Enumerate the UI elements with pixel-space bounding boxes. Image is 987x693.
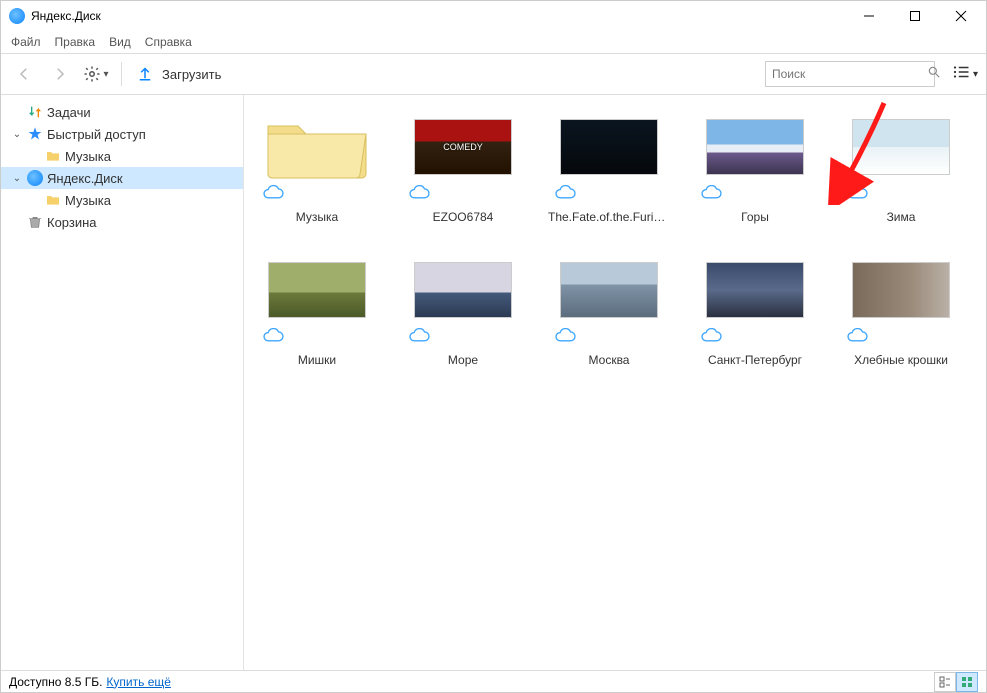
search-input[interactable] <box>772 67 927 81</box>
file-label: Москва <box>548 353 670 367</box>
tree-label: Быстрый доступ <box>47 127 146 142</box>
menu-item-file[interactable]: Файл <box>11 35 41 49</box>
search-box[interactable] <box>765 61 935 87</box>
view-icons-button[interactable] <box>956 672 978 692</box>
file-label: EZOO6784 <box>402 210 524 224</box>
cloud-sync-icon <box>840 326 962 349</box>
file-tile[interactable]: Зима <box>840 111 962 224</box>
caret-down-icon: ▾ <box>103 69 108 80</box>
file-tile[interactable]: Хлебные крошки <box>840 254 962 367</box>
file-thumbnail <box>853 120 949 174</box>
nav-forward-button[interactable] <box>45 59 75 89</box>
nav-back-button[interactable] <box>9 59 39 89</box>
app-window: Яндекс.Диск Файл Правка Вид Справка ▾ <box>0 0 987 693</box>
file-tile[interactable]: COMEDY EZOO6784 <box>402 111 524 224</box>
upload-button[interactable]: Загрузить <box>132 64 225 85</box>
cloud-sync-icon <box>256 183 378 206</box>
file-label: Хлебные крошки <box>840 353 962 367</box>
file-tile[interactable]: Горы <box>694 111 816 224</box>
cloud-sync-icon <box>402 183 524 206</box>
yadisk-icon <box>27 170 43 186</box>
cloud-sync-icon <box>548 326 670 349</box>
file-thumbnail <box>561 263 657 317</box>
cloud-sync-icon <box>840 183 962 206</box>
maximize-button[interactable] <box>892 1 938 31</box>
upload-label: Загрузить <box>162 67 221 82</box>
menu-item-view[interactable]: Вид <box>109 35 131 49</box>
cloud-sync-icon <box>256 326 378 349</box>
trash-icon <box>27 214 43 230</box>
free-space-label: Доступно 8.5 ГБ. <box>9 675 102 689</box>
cloud-sync-icon <box>694 183 816 206</box>
file-tile[interactable]: Санкт-Петербург <box>694 254 816 367</box>
file-label: Музыка <box>256 210 378 224</box>
sidebar-item-quick-access[interactable]: ⌄ Быстрый доступ <box>1 123 243 145</box>
tasks-icon <box>27 104 43 120</box>
window-title: Яндекс.Диск <box>31 9 101 23</box>
sidebar-item-tasks[interactable]: ▾ Задачи <box>1 101 243 123</box>
sidebar-item-trash[interactable]: ▾ Корзина <box>1 211 243 233</box>
sidebar-item-music-yd[interactable]: ▾ Музыка <box>1 189 243 211</box>
title-bar: Яндекс.Диск <box>1 1 986 31</box>
file-grid[interactable]: Музыка COMEDY EZOO6784 The.Fate.of.the.Furi… <box>244 95 986 670</box>
file-tile[interactable]: Море <box>402 254 524 367</box>
file-tile[interactable]: The.Fate.of.the.Furious.2... <box>548 111 670 224</box>
file-tile[interactable]: Москва <box>548 254 670 367</box>
minimize-button[interactable] <box>846 1 892 31</box>
menu-item-edit[interactable]: Правка <box>55 35 96 49</box>
file-label: The.Fate.of.the.Furious.2... <box>548 210 670 224</box>
upload-icon <box>136 64 154 85</box>
app-icon <box>9 8 25 24</box>
file-thumbnail <box>561 120 657 174</box>
folder-icon <box>45 148 61 164</box>
sidebar-item-music-qa[interactable]: ▾ Музыка <box>1 145 243 167</box>
star-icon <box>27 126 43 142</box>
file-thumbnail <box>269 263 365 317</box>
cloud-sync-icon <box>402 326 524 349</box>
caret-down-icon: ▾ <box>973 69 978 80</box>
settings-button[interactable]: ▾ <box>81 59 111 89</box>
folder-icon <box>45 192 61 208</box>
sidebar-item-yadisk[interactable]: ⌄ Яндекс.Диск <box>1 167 243 189</box>
file-label: Мишки <box>256 353 378 367</box>
menu-bar: Файл Правка Вид Справка <box>1 31 986 53</box>
view-menu-button[interactable]: ▾ <box>951 63 978 86</box>
menu-item-help[interactable]: Справка <box>145 35 192 49</box>
file-label: Горы <box>694 210 816 224</box>
file-label: Море <box>402 353 524 367</box>
toolbar-divider <box>121 62 122 86</box>
view-details-button[interactable] <box>934 672 956 692</box>
file-tile[interactable]: Мишки <box>256 254 378 367</box>
tree-label: Задачи <box>47 105 91 120</box>
file-tile[interactable]: Музыка <box>256 111 378 224</box>
view-mode-buttons <box>934 672 978 692</box>
list-icon <box>951 63 971 86</box>
search-icon <box>927 65 941 84</box>
tree-label: Музыка <box>65 193 111 208</box>
close-button[interactable] <box>938 1 984 31</box>
tree-label: Музыка <box>65 149 111 164</box>
tree-label: Корзина <box>47 215 97 230</box>
toolbar: ▾ Загрузить ▾ <box>1 53 986 95</box>
cloud-sync-icon <box>694 326 816 349</box>
file-thumbnail <box>707 120 803 174</box>
sidebar-tree: ▾ Задачи ⌄ Быстрый доступ ▾ Музыка <box>1 95 244 670</box>
file-thumbnail <box>853 263 949 317</box>
status-bar: Доступно 8.5 ГБ. Купить ещё <box>1 670 986 692</box>
file-thumbnail <box>707 263 803 317</box>
folder-icon <box>262 112 372 182</box>
cloud-sync-icon <box>548 183 670 206</box>
tree-label: Яндекс.Диск <box>47 171 123 186</box>
buy-more-link[interactable]: Купить ещё <box>106 675 171 689</box>
gear-icon <box>83 65 101 83</box>
file-label: Зима <box>840 210 962 224</box>
file-thumbnail <box>415 263 511 317</box>
file-thumbnail: COMEDY <box>415 120 511 174</box>
file-label: Санкт-Петербург <box>694 353 816 367</box>
main-area: ▾ Задачи ⌄ Быстрый доступ ▾ Музыка <box>1 95 986 670</box>
